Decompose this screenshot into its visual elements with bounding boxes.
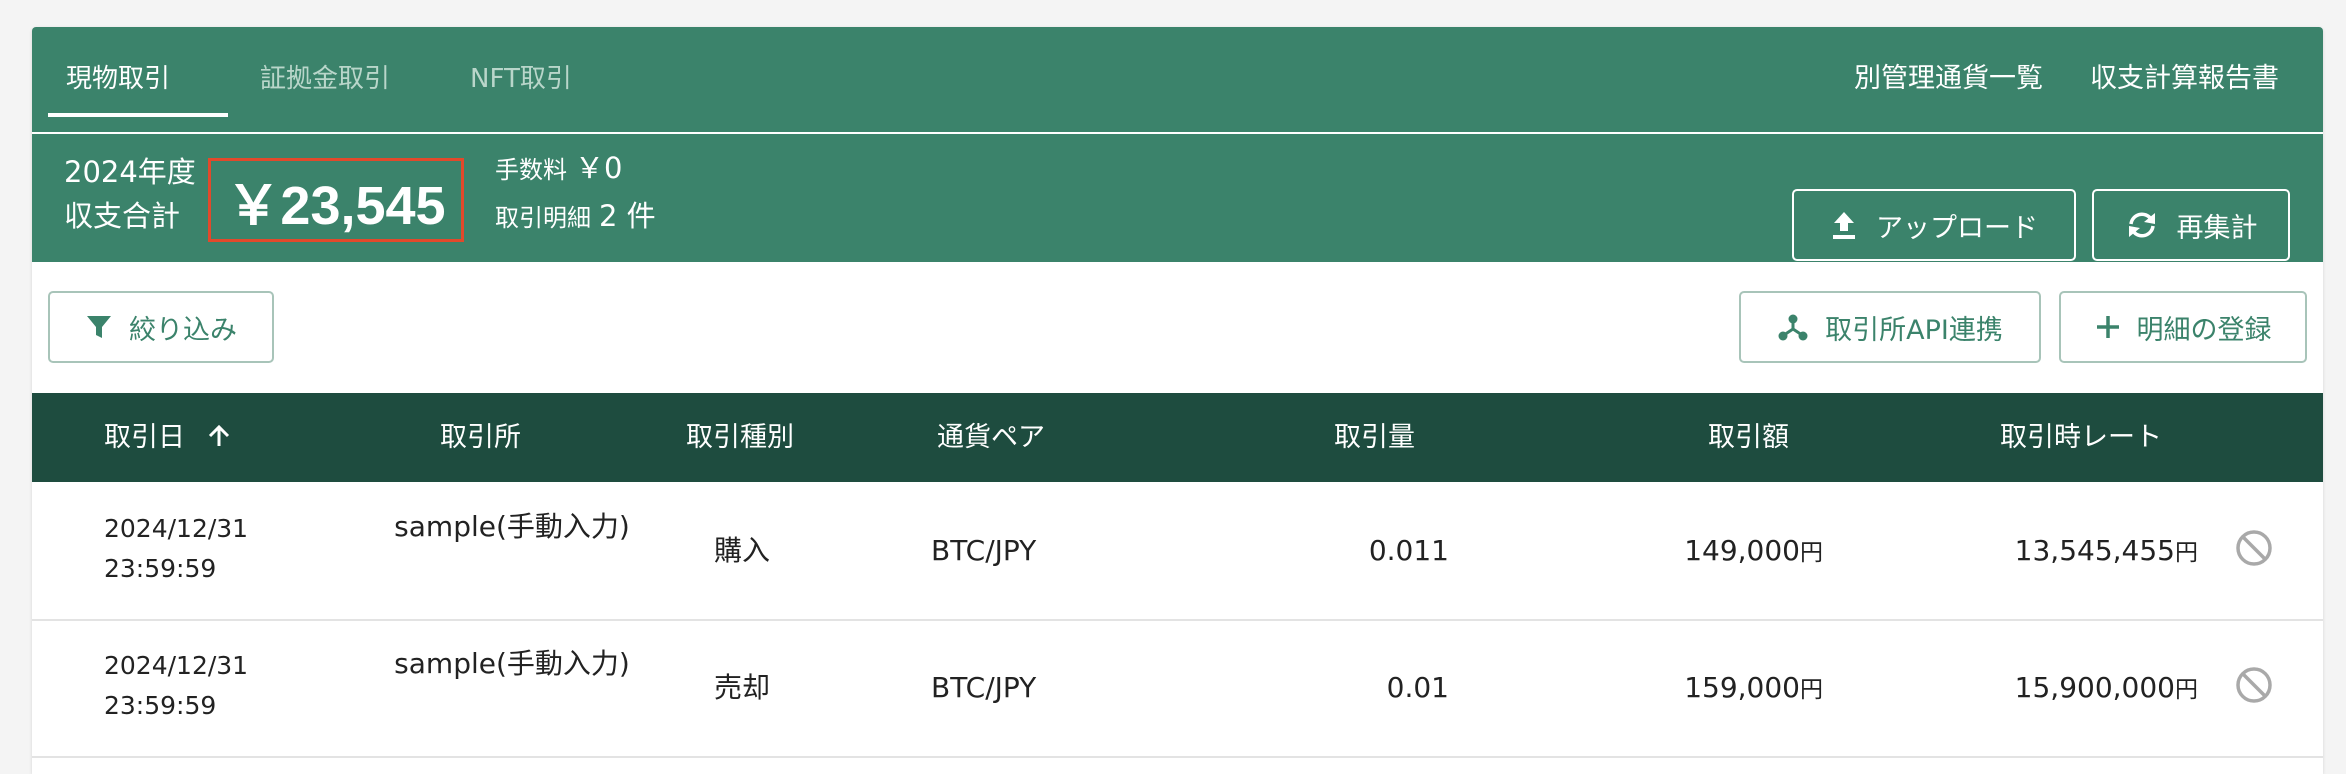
exchange-cell: sample(手動入力) [394, 647, 630, 680]
type-cell: 売却 [714, 671, 771, 704]
date-cell: 2024/12/31 23:59:59 [104, 651, 249, 720]
table-header: 取引日 取引所 取引種別 通貨ペア 取引量 取引額 取引時レート [32, 393, 2323, 482]
pair-cell: BTC/JPY [931, 671, 1037, 704]
filter-icon [87, 316, 111, 338]
column-header-type[interactable]: 取引種別 [686, 393, 794, 482]
count-row: 取引明細 2 件 [495, 198, 656, 236]
total-label: 収支合計 [64, 199, 181, 233]
year-label: 2024年度 [64, 155, 196, 189]
disable-icon[interactable] [2235, 666, 2273, 704]
filter-button[interactable]: 絞り込み [48, 291, 274, 363]
column-header-exchange[interactable]: 取引所 [440, 393, 521, 482]
tab-bar: 現物取引 証拠金取引 NFT取引 別管理通貨一覧 収支計算報告書 [32, 27, 2323, 132]
filter-label: 絞り込み [129, 314, 237, 346]
summary-bar: 2024年度 収支合計 ￥23,545 手数料 ￥0 取引明細 2 件 アップロード… [32, 134, 2323, 262]
amount-cell: 0.011 [1368, 534, 1449, 567]
upload-button[interactable]: アップロード [1792, 189, 2076, 261]
column-header-total[interactable]: 取引額 [1708, 393, 1789, 482]
transactions-card: 現物取引 証拠金取引 NFT取引 別管理通貨一覧 収支計算報告書 2024年度 … [32, 27, 2323, 774]
recalculate-label: 再集計 [2176, 212, 2258, 244]
type-cell: 購入 [714, 534, 771, 567]
api-connect-icon [1778, 314, 1808, 341]
report-link[interactable]: 収支計算報告書 [2090, 59, 2279, 99]
total-amount: ￥23,545 [208, 158, 464, 242]
column-header-pair[interactable]: 通貨ペア [937, 393, 1045, 482]
add-transaction-label: 明細の登録 [2136, 314, 2272, 346]
amount-cell: 0.01 [1386, 671, 1449, 704]
upload-icon [1833, 212, 1855, 239]
tab-spot[interactable]: 現物取引 [66, 59, 170, 99]
rate-cell: 15,900,000円 [2014, 671, 2198, 704]
sort-ascending-icon [208, 424, 229, 446]
tab-nft[interactable]: NFT取引 [470, 59, 572, 99]
total-cell: 149,000円 [1684, 534, 1823, 567]
separate-currencies-link[interactable]: 別管理通貨一覧 [1854, 59, 2043, 99]
exchange-api-button[interactable]: 取引所API連携 [1739, 291, 2041, 363]
date-cell: 2024/12/31 23:59:59 [104, 514, 249, 583]
pair-cell: BTC/JPY [931, 534, 1037, 567]
upload-label: アップロード [1876, 212, 2038, 244]
recalculate-button[interactable]: 再集計 [2092, 189, 2290, 261]
exchange-api-label: 取引所API連携 [1825, 314, 2003, 346]
active-tab-indicator [48, 113, 228, 117]
fee-label: 手数料 [495, 156, 567, 184]
disable-icon[interactable] [2235, 529, 2273, 567]
add-transaction-button[interactable]: 明細の登録 [2059, 291, 2307, 363]
refresh-icon [2128, 212, 2155, 238]
exchange-cell: sample(手動入力) [394, 510, 630, 543]
plus-icon [2096, 316, 2119, 338]
column-header-date[interactable]: 取引日 [104, 393, 232, 482]
fee-row: 手数料 ￥0 [495, 150, 622, 188]
tab-margin[interactable]: 証拠金取引 [260, 59, 390, 99]
table-row[interactable]: 2024/12/31 23:59:59 sample(手動入力) 売却 BTC/… [32, 619, 2323, 758]
count-label: 取引明細 [495, 204, 591, 232]
total-cell: 159,000円 [1684, 671, 1823, 704]
column-header-rate[interactable]: 取引時レート [2000, 393, 2162, 482]
column-header-amount[interactable]: 取引量 [1334, 393, 1415, 482]
fee-value: ￥0 [575, 151, 623, 185]
rate-cell: 13,545,455円 [2014, 534, 2198, 567]
count-value: 2 件 [599, 199, 656, 233]
table-row[interactable]: 2024/12/31 23:59:59 sample(手動入力) 購入 BTC/… [32, 482, 2323, 621]
